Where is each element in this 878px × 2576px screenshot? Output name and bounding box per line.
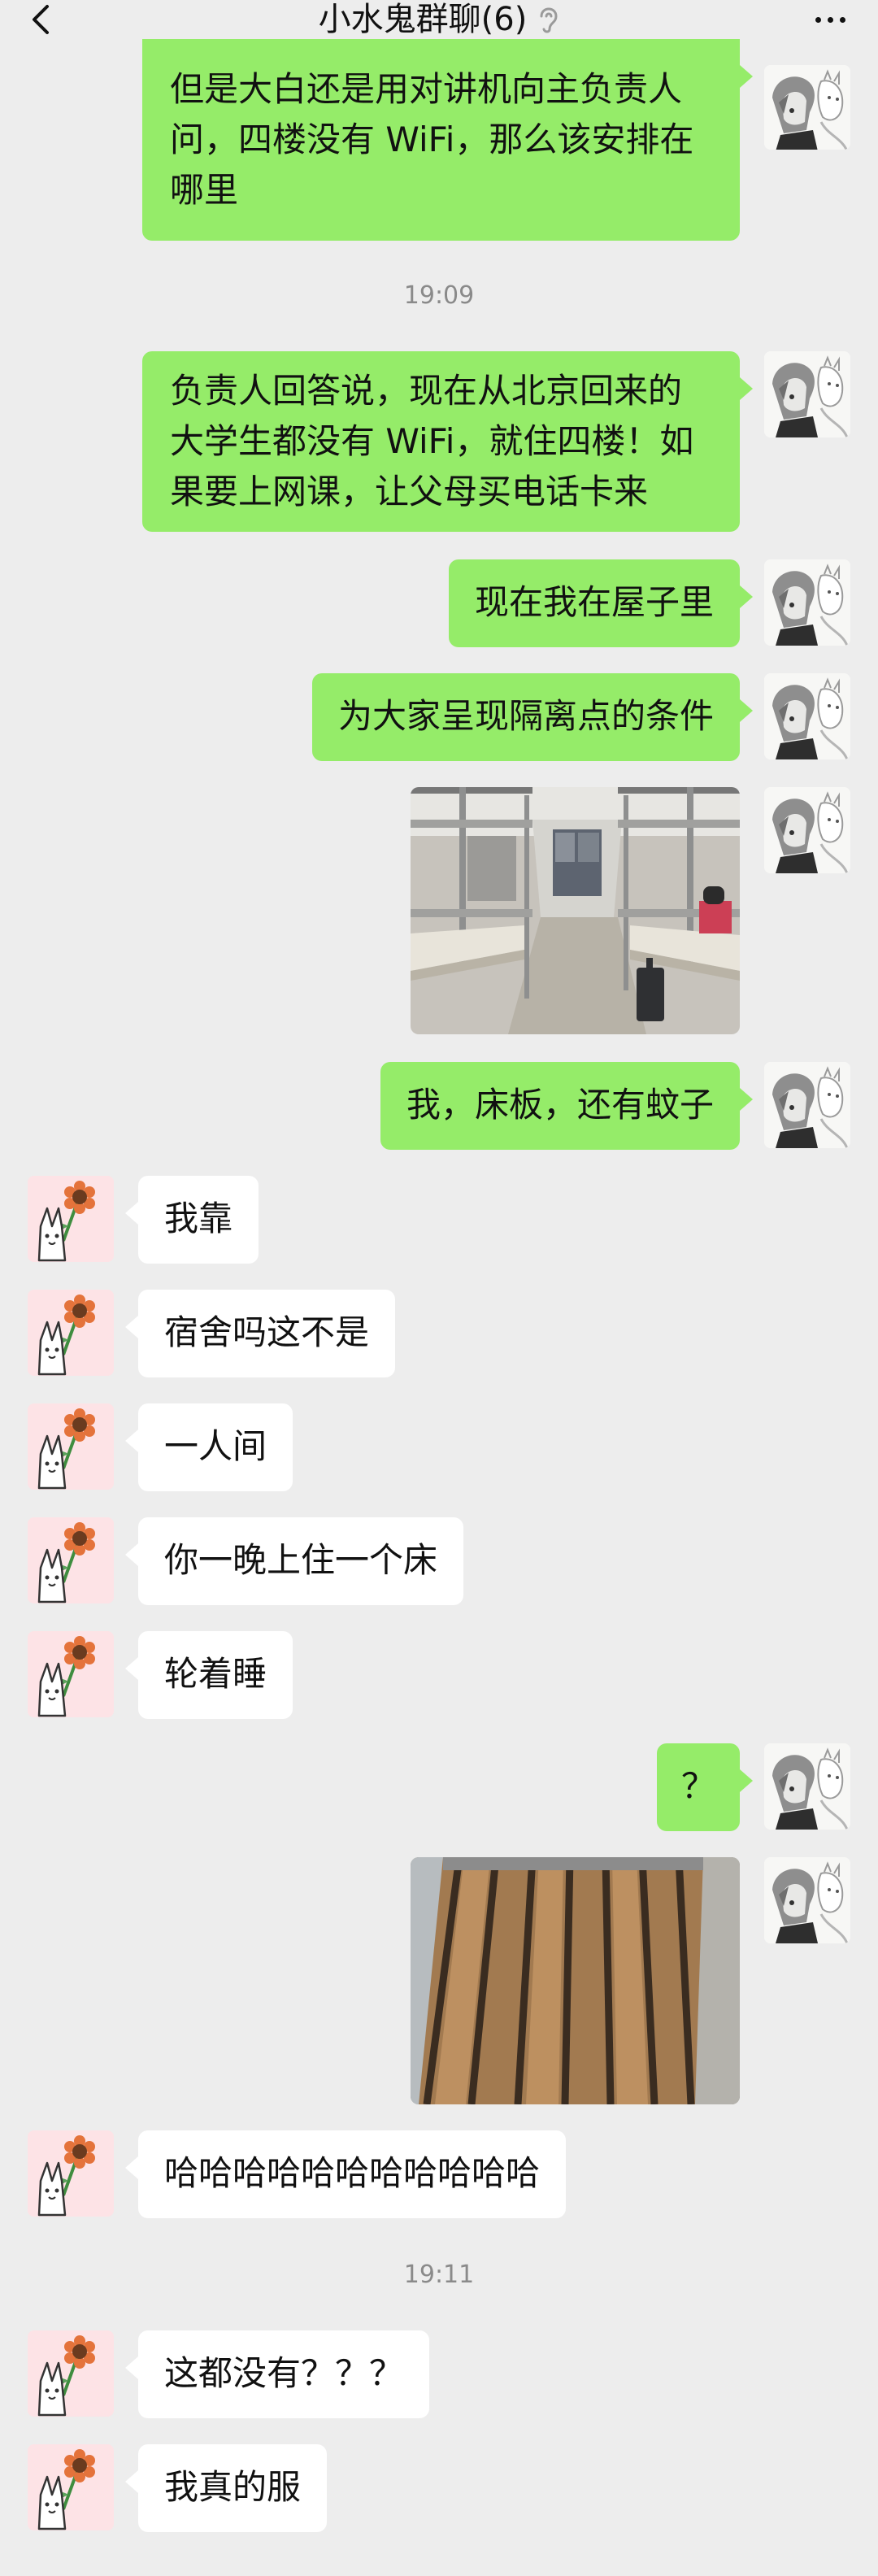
chat-title: 小水鬼群聊(6) [318, 1, 528, 38]
contact-avatar[interactable] [28, 1290, 114, 1376]
contact-avatar[interactable] [28, 1176, 114, 1262]
my-avatar[interactable] [764, 65, 850, 150]
my-avatar[interactable] [764, 351, 850, 437]
my-avatar[interactable] [764, 1062, 850, 1148]
room-photo[interactable] [411, 787, 740, 1034]
received-message-bubble[interactable]: 我真的服 [124, 2444, 328, 2532]
timestamp: 19:11 [403, 2261, 475, 2289]
ear-icon[interactable] [537, 5, 559, 34]
received-message-bubble[interactable]: 你一晚上住一个床 [124, 1517, 464, 1605]
chat-header: 小水鬼群聊(6) [0, 0, 878, 39]
bed-planks-photo[interactable] [411, 1857, 740, 2104]
more-options-icon[interactable] [815, 0, 845, 39]
message-text: 但是大白还是用对讲机向主负责人问，四楼没有 WiFi，那么该安排在哪里 [170, 69, 694, 210]
received-message-bubble[interactable]: 一人间 [124, 1403, 293, 1491]
received-message-bubble[interactable]: 哈哈哈哈哈哈哈哈哈哈哈 [124, 2130, 567, 2218]
message-text: 我，床板，还有蚊子 [406, 1085, 714, 1125]
contact-avatar[interactable] [28, 1403, 114, 1490]
message-text: 负责人回答说，现在从北京回来的大学生都没有 WiFi，就住四楼！如果要上网课，让… [170, 371, 694, 511]
message-text: 你一晚上住一个床 [164, 1540, 438, 1580]
sent-message-bubble[interactable]: ？ [656, 1743, 754, 1831]
sent-message-bubble[interactable]: 现在我在屋子里 [448, 559, 754, 647]
message-text: 轮着睡 [164, 1654, 267, 1694]
sent-message-bubble[interactable]: 负责人回答说，现在从北京回来的大学生都没有 WiFi，就住四楼！如果要上网课，让… [142, 351, 753, 532]
received-message-bubble[interactable]: 我靠 [124, 1176, 259, 1264]
message-text: 现在我在屋子里 [474, 582, 714, 622]
contact-avatar[interactable] [28, 2444, 114, 2530]
sent-message-bubble[interactable]: 为大家呈现隔离点的条件 [311, 673, 754, 761]
my-avatar[interactable] [764, 1857, 850, 1943]
message-text: 一人间 [164, 1426, 267, 1466]
my-avatar[interactable] [764, 787, 850, 873]
message-text: 哈哈哈哈哈哈哈哈哈哈哈 [164, 2153, 541, 2193]
timestamp: 19:09 [403, 281, 475, 310]
received-message-bubble[interactable]: 宿舍吗这不是 [124, 1290, 396, 1377]
sent-message-bubble[interactable]: 但是大白还是用对讲机向主负责人问，四楼没有 WiFi，那么该安排在哪里 [142, 39, 753, 241]
contact-avatar[interactable] [28, 2330, 114, 2417]
message-text: ？ [680, 1766, 715, 1806]
contact-avatar[interactable] [28, 1517, 114, 1603]
message-text: 我靠 [164, 1199, 233, 1238]
received-message-bubble[interactable]: 这都没有？？？ [124, 2330, 430, 2418]
my-avatar[interactable] [764, 559, 850, 646]
message-text: 我真的服 [164, 2467, 302, 2507]
contact-avatar[interactable] [28, 1631, 114, 1717]
sent-message-bubble[interactable]: 我，床板，还有蚊子 [380, 1062, 754, 1150]
back-arrow-icon[interactable] [29, 0, 65, 39]
message-text: 为大家呈现隔离点的条件 [337, 696, 714, 736]
my-avatar[interactable] [764, 673, 850, 759]
message-text: 宿舍吗这不是 [164, 1312, 370, 1352]
my-avatar[interactable] [764, 1743, 850, 1830]
contact-avatar[interactable] [28, 2130, 114, 2217]
received-message-bubble[interactable]: 轮着睡 [124, 1631, 293, 1719]
message-text: 这都没有？？？ [164, 2353, 404, 2393]
